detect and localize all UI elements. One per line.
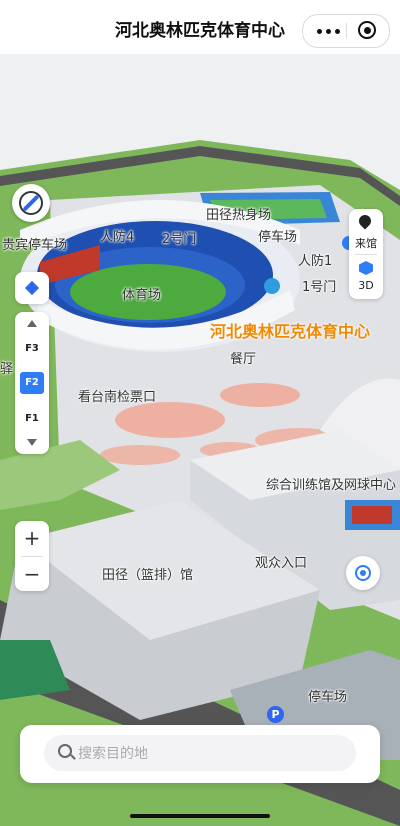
search-icon <box>58 744 72 758</box>
mini-program-capsule <box>302 14 390 48</box>
label-parking-north[interactable]: 停车场 <box>258 226 297 245</box>
search-panel <box>20 725 380 783</box>
floor-down-icon[interactable] <box>27 439 37 446</box>
parking-icon[interactable]: P <box>267 706 284 723</box>
restroom-icon[interactable] <box>264 278 280 294</box>
map-view[interactable]: 田径热身场 贵宾停车场 人防4 2号门 停车场 人防1 1号门 驿 体育场 河北… <box>0 54 400 826</box>
label-gate-1[interactable]: 1号门 <box>302 276 336 295</box>
view-3d-button[interactable]: 3D <box>349 279 383 292</box>
search-box[interactable] <box>44 735 356 773</box>
floor-f3-button[interactable]: F3 <box>20 338 44 360</box>
label-left-cut: 驿 <box>0 362 14 377</box>
floor-up-icon[interactable] <box>27 320 37 327</box>
label-civil-defense-1[interactable]: 人防1 <box>298 250 332 269</box>
locate-me-button[interactable] <box>346 556 380 590</box>
floor-switcher: F3 F2 F1 <box>15 312 49 454</box>
label-south-ticket-gate[interactable]: 看台南检票口 <box>78 386 156 405</box>
floor-f1-button[interactable]: F1 <box>20 408 44 430</box>
layers-icon <box>24 280 40 296</box>
more-icon[interactable] <box>317 15 343 47</box>
label-center-name[interactable]: 河北奥林匹克体育中心 <box>210 318 370 342</box>
label-athletics-hall[interactable]: 田径（篮排）馆 <box>102 564 193 583</box>
zoom-control: + − <box>15 521 49 591</box>
label-gate-2[interactable]: 2号门 <box>162 228 196 247</box>
map-canvas <box>0 54 400 826</box>
compass-icon[interactable] <box>12 184 50 222</box>
label-civil-defense-4[interactable]: 人防4 <box>100 226 134 245</box>
visit-route-button[interactable]: 来馆 <box>349 235 383 251</box>
label-parking-south[interactable]: 停车场 <box>308 686 347 705</box>
right-control-panel: 来馆 3D <box>349 209 383 299</box>
zoom-out-button[interactable]: − <box>15 557 49 591</box>
layers-button[interactable] <box>15 272 49 304</box>
close-miniprogram-icon[interactable] <box>358 21 376 39</box>
label-track-warmup[interactable]: 田径热身场 <box>206 204 271 223</box>
app-header: 河北奥林匹克体育中心 <box>0 0 400 54</box>
home-indicator <box>130 814 270 818</box>
label-stadium[interactable]: 体育场 <box>122 284 161 303</box>
floor-f2-button[interactable]: F2 <box>20 372 44 394</box>
label-vip-parking[interactable]: 贵宾停车场 <box>2 234 67 253</box>
zoom-in-button[interactable]: + <box>15 521 49 555</box>
search-input[interactable] <box>76 735 350 773</box>
label-restaurant[interactable]: 餐厅 <box>230 348 256 367</box>
label-audience-entrance[interactable]: 观众入口 <box>255 552 307 571</box>
route-pin-icon <box>356 212 374 230</box>
label-training-hall[interactable]: 综合训练馆及网球中心 <box>266 474 396 493</box>
cube-3d-icon <box>359 261 373 275</box>
